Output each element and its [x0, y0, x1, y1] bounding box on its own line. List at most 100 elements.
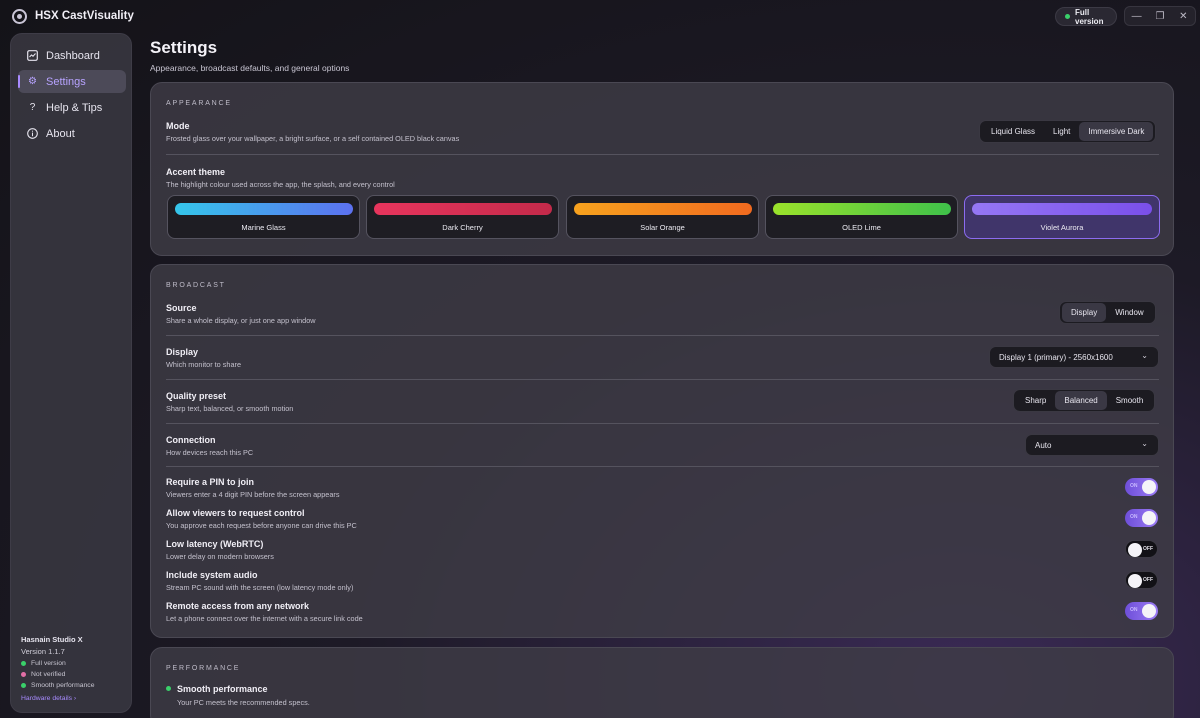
mode-title: Mode [166, 121, 190, 131]
control-subtitle: You approve each request before anyone c… [166, 521, 357, 530]
studio-name: Hasnain Studio X [21, 635, 83, 644]
status-full-version: Full version [21, 660, 94, 667]
green-dot-icon [21, 683, 26, 688]
toggle-knob [1142, 604, 1156, 618]
app-version: Version 1.1.7 [21, 647, 65, 656]
section-heading: APPEARANCE [166, 100, 232, 107]
hardware-details-link[interactable]: Hardware details › [21, 695, 94, 702]
quality-option-smooth[interactable]: Smooth [1107, 391, 1153, 410]
toggle-state: ON [1130, 483, 1138, 489]
mode-selector: Liquid Glass Light Immersive Dark [979, 120, 1157, 143]
accent-oled-lime[interactable]: OLED Lime [765, 195, 958, 239]
section-heading: BROADCAST [166, 282, 226, 289]
mode-option-light[interactable]: Light [1044, 122, 1079, 141]
display-dropdown[interactable]: Display 1 (primary) - 2560x1600 ⌄ [989, 346, 1159, 368]
mode-option-liquid-glass[interactable]: Liquid Glass [982, 122, 1044, 141]
toggle-state: ON [1130, 514, 1138, 520]
mode-subtitle: Frosted glass over your wallpaper, a bri… [166, 134, 460, 143]
pin-subtitle: Viewers enter a 4 digit PIN before the s… [166, 490, 340, 499]
sidebar-footer: Hasnain Studio X Version 1.1.7 Full vers… [21, 635, 94, 702]
restore-icon[interactable]: ❐ [1150, 11, 1170, 22]
chevron-down-icon: ⌄ [1141, 439, 1148, 448]
connection-title: Connection [166, 435, 216, 445]
accent-label: Marine Glass [241, 223, 286, 232]
appearance-card: APPEARANCE Mode Frosted glass over your … [150, 82, 1174, 256]
latency-subtitle: Lower delay on modern browsers [166, 552, 274, 561]
question-icon: ? [29, 102, 36, 113]
quality-option-sharp[interactable]: Sharp [1016, 391, 1055, 410]
broadcast-card: BROADCAST Source Share a whole display, … [150, 264, 1174, 638]
sidebar-item-dashboard[interactable]: Dashboard [18, 44, 126, 67]
pin-toggle[interactable]: ON [1125, 478, 1158, 496]
pink-dot-icon [21, 672, 26, 677]
pin-title: Require a PIN to join [166, 477, 255, 487]
green-dot-icon [21, 661, 26, 666]
control-title: Allow viewers to request control [166, 508, 305, 518]
divider [166, 154, 1159, 155]
audio-title: Include system audio [166, 570, 258, 580]
remote-toggle[interactable]: ON [1125, 602, 1158, 620]
performance-subtitle: Your PC meets the recommended specs. [177, 698, 310, 707]
status-not-verified: Not verified [21, 671, 94, 678]
page-title: Settings [150, 38, 218, 57]
source-option-window[interactable]: Window [1106, 303, 1152, 322]
info-icon [27, 128, 38, 139]
latency-toggle[interactable]: OFF [1125, 540, 1158, 558]
display-dropdown-value: Display 1 (primary) - 2560x1600 [999, 352, 1113, 362]
performance-card: PERFORMANCE Smooth performance Your PC m… [150, 647, 1174, 718]
title-bar: HSX CastVisuality Full version — ❐ ✕ [0, 0, 1200, 32]
remote-subtitle: Let a phone connect over the internet wi… [166, 614, 363, 623]
source-option-display[interactable]: Display [1062, 303, 1107, 322]
toggle-knob [1128, 543, 1142, 557]
sidebar-item-settings[interactable]: ⚙ Settings [18, 70, 126, 93]
accent-swatch [773, 203, 951, 215]
audio-toggle[interactable]: OFF [1125, 571, 1158, 589]
accent-violet-aurora[interactable]: Violet Aurora [964, 195, 1160, 239]
green-dot-icon [1065, 14, 1070, 19]
app-title: HSX CastVisuality [35, 10, 134, 22]
page-subtitle: Appearance, broadcast defaults, and gene… [150, 63, 350, 73]
sidebar-item-label: Dashboard [46, 49, 100, 62]
source-selector: Display Window [1059, 301, 1156, 324]
gear-icon: ⚙ [28, 76, 37, 87]
accent-label: Dark Cherry [442, 223, 483, 232]
toggle-state: OFF [1143, 546, 1153, 552]
divider [166, 466, 1159, 467]
control-toggle[interactable]: ON [1125, 509, 1158, 527]
sidebar-item-about[interactable]: About [18, 122, 126, 145]
toggle-knob [1142, 511, 1156, 525]
source-title: Source [166, 303, 197, 313]
accent-label: Solar Orange [640, 223, 685, 232]
sidebar-item-label: Settings [46, 75, 86, 88]
accent-dark-cherry[interactable]: Dark Cherry [366, 195, 559, 239]
status-label: Smooth performance [31, 682, 95, 689]
display-title: Display [166, 347, 199, 357]
accent-marine-glass[interactable]: Marine Glass [167, 195, 360, 239]
app-logo-icon [12, 9, 27, 24]
connection-dropdown[interactable]: Auto ⌄ [1025, 434, 1159, 456]
divider [166, 379, 1159, 380]
performance-title: Smooth performance [177, 684, 268, 694]
toggle-knob [1128, 574, 1142, 588]
dashboard-icon [27, 50, 38, 61]
status-label: Full version [31, 660, 66, 667]
status-label: Not verified [31, 671, 66, 678]
latency-title: Low latency (WebRTC) [166, 539, 264, 549]
status-smooth-performance: Smooth performance [21, 682, 94, 689]
close-icon[interactable]: ✕ [1173, 11, 1193, 22]
sidebar-item-label: About [46, 127, 75, 140]
toggle-knob [1142, 480, 1156, 494]
quality-selector: Sharp Balanced Smooth [1013, 389, 1156, 412]
minimize-icon[interactable]: — [1127, 11, 1147, 22]
mode-option-immersive-dark[interactable]: Immersive Dark [1079, 122, 1154, 141]
version-badge[interactable]: Full version [1055, 7, 1117, 26]
display-subtitle: Which monitor to share [166, 360, 242, 369]
chevron-down-icon: ⌄ [1141, 351, 1148, 360]
quality-option-balanced[interactable]: Balanced [1055, 391, 1107, 410]
accent-label: Violet Aurora [1040, 223, 1084, 232]
accent-solar-orange[interactable]: Solar Orange [566, 195, 759, 239]
window-controls: — ❐ ✕ [1124, 6, 1196, 26]
quality-title: Quality preset [166, 391, 227, 401]
accent-label: OLED Lime [842, 223, 881, 232]
sidebar-item-help[interactable]: ? Help & Tips [18, 96, 126, 119]
